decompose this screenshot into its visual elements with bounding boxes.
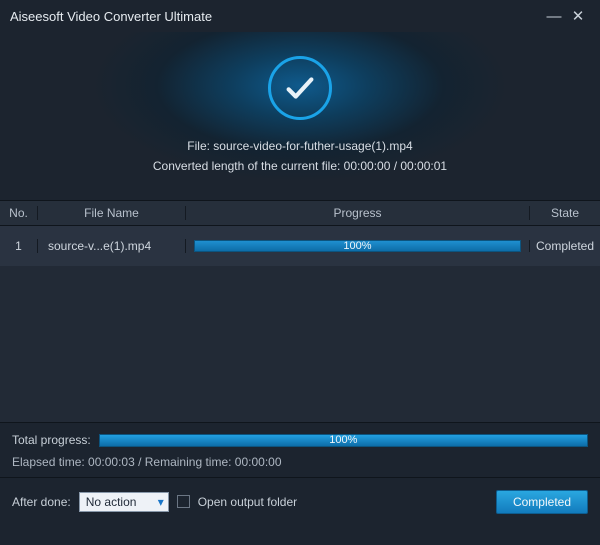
close-button[interactable]: ✕ (566, 7, 590, 25)
table-header: No. File Name Progress State (0, 200, 600, 226)
after-done-value: No action (86, 495, 137, 509)
table-body: 1 source-v...e(1).mp4 100% Completed (0, 226, 600, 422)
row-progress-percent: 100% (195, 241, 520, 251)
hero-panel: File: source-video-for-futher-usage(1).m… (0, 32, 600, 200)
total-progress-percent: 100% (100, 435, 587, 446)
open-output-label: Open output folder (198, 495, 297, 509)
after-done-label: After done: (12, 495, 71, 509)
minimize-button[interactable]: — (542, 8, 566, 25)
elapsed-remaining-text: Elapsed time: 00:00:03 / Remaining time:… (12, 455, 588, 469)
converted-length-line: Converted length of the current file: 00… (153, 156, 447, 176)
header-no: No. (0, 206, 38, 220)
titlebar: Aiseesoft Video Converter Ultimate — ✕ (0, 0, 600, 32)
total-progress-label: Total progress: (12, 433, 91, 447)
file-name-text: source-video-for-futher-usage(1).mp4 (213, 139, 412, 153)
footer-actions: After done: No action ▾ Open output fold… (0, 477, 600, 525)
header-filename: File Name (38, 206, 186, 220)
row-progress-cell: 100% (186, 240, 530, 252)
open-output-checkbox[interactable] (177, 495, 190, 508)
window-title: Aiseesoft Video Converter Ultimate (10, 9, 542, 24)
file-label-prefix: File: (187, 139, 213, 153)
total-progress-bar: 100% (99, 434, 588, 447)
row-state: Completed (530, 239, 600, 253)
table-row[interactable]: 1 source-v...e(1).mp4 100% Completed (0, 226, 600, 266)
header-state: State (530, 206, 600, 220)
row-progress-bar: 100% (194, 240, 521, 252)
completed-button[interactable]: Completed (496, 490, 588, 514)
success-check-icon (268, 56, 332, 120)
current-file-line: File: source-video-for-futher-usage(1).m… (187, 136, 412, 156)
row-filename: source-v...e(1).mp4 (38, 239, 186, 253)
row-no: 1 (0, 239, 38, 253)
after-done-dropdown[interactable]: No action ▾ (79, 492, 169, 512)
chevron-down-icon: ▾ (158, 495, 164, 509)
total-progress-panel: Total progress: 100% Elapsed time: 00:00… (0, 422, 600, 477)
header-progress: Progress (186, 206, 530, 220)
